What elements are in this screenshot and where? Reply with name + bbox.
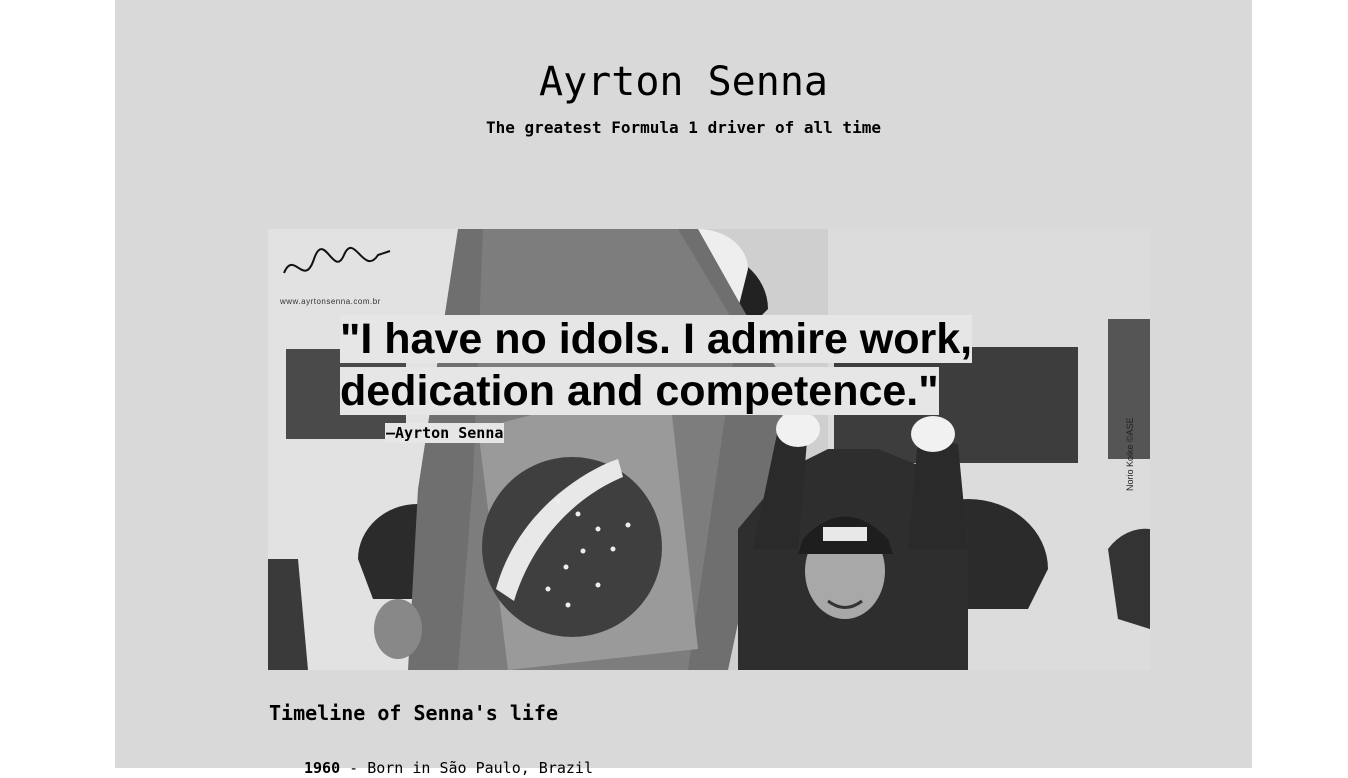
signature-url: www.ayrtonsenna.com.br — [280, 297, 381, 306]
hero-image: www.ayrtonsenna.com.br Norio Koike ©ASE … — [268, 229, 1150, 670]
timeline-year: 1960 — [304, 759, 341, 777]
hero-quote: "I have no idols. I admire work, dedicat… — [340, 313, 1040, 417]
senna-podium-photo — [268, 229, 1150, 670]
quote-attribution: —Ayrton Senna — [385, 423, 505, 443]
page-subtitle: The greatest Formula 1 driver of all tim… — [486, 118, 881, 137]
quote-text: "I have no idols. I admire work, dedicat… — [340, 315, 973, 415]
photo-credit: Norio Koike ©ASE — [1125, 417, 1135, 491]
page-container: Ayrton Senna The greatest Formula 1 driv… — [115, 0, 1252, 777]
timeline-text: - Born in São Paulo, Brazil — [349, 759, 593, 777]
page-title: Ayrton Senna — [539, 59, 828, 105]
timeline-item: 1960 - Born in São Paulo, Brazil — [304, 758, 593, 778]
timeline-list: 1960 - Born in São Paulo, Brazil — [269, 758, 593, 778]
timeline-heading: Timeline of Senna's life — [269, 701, 558, 725]
